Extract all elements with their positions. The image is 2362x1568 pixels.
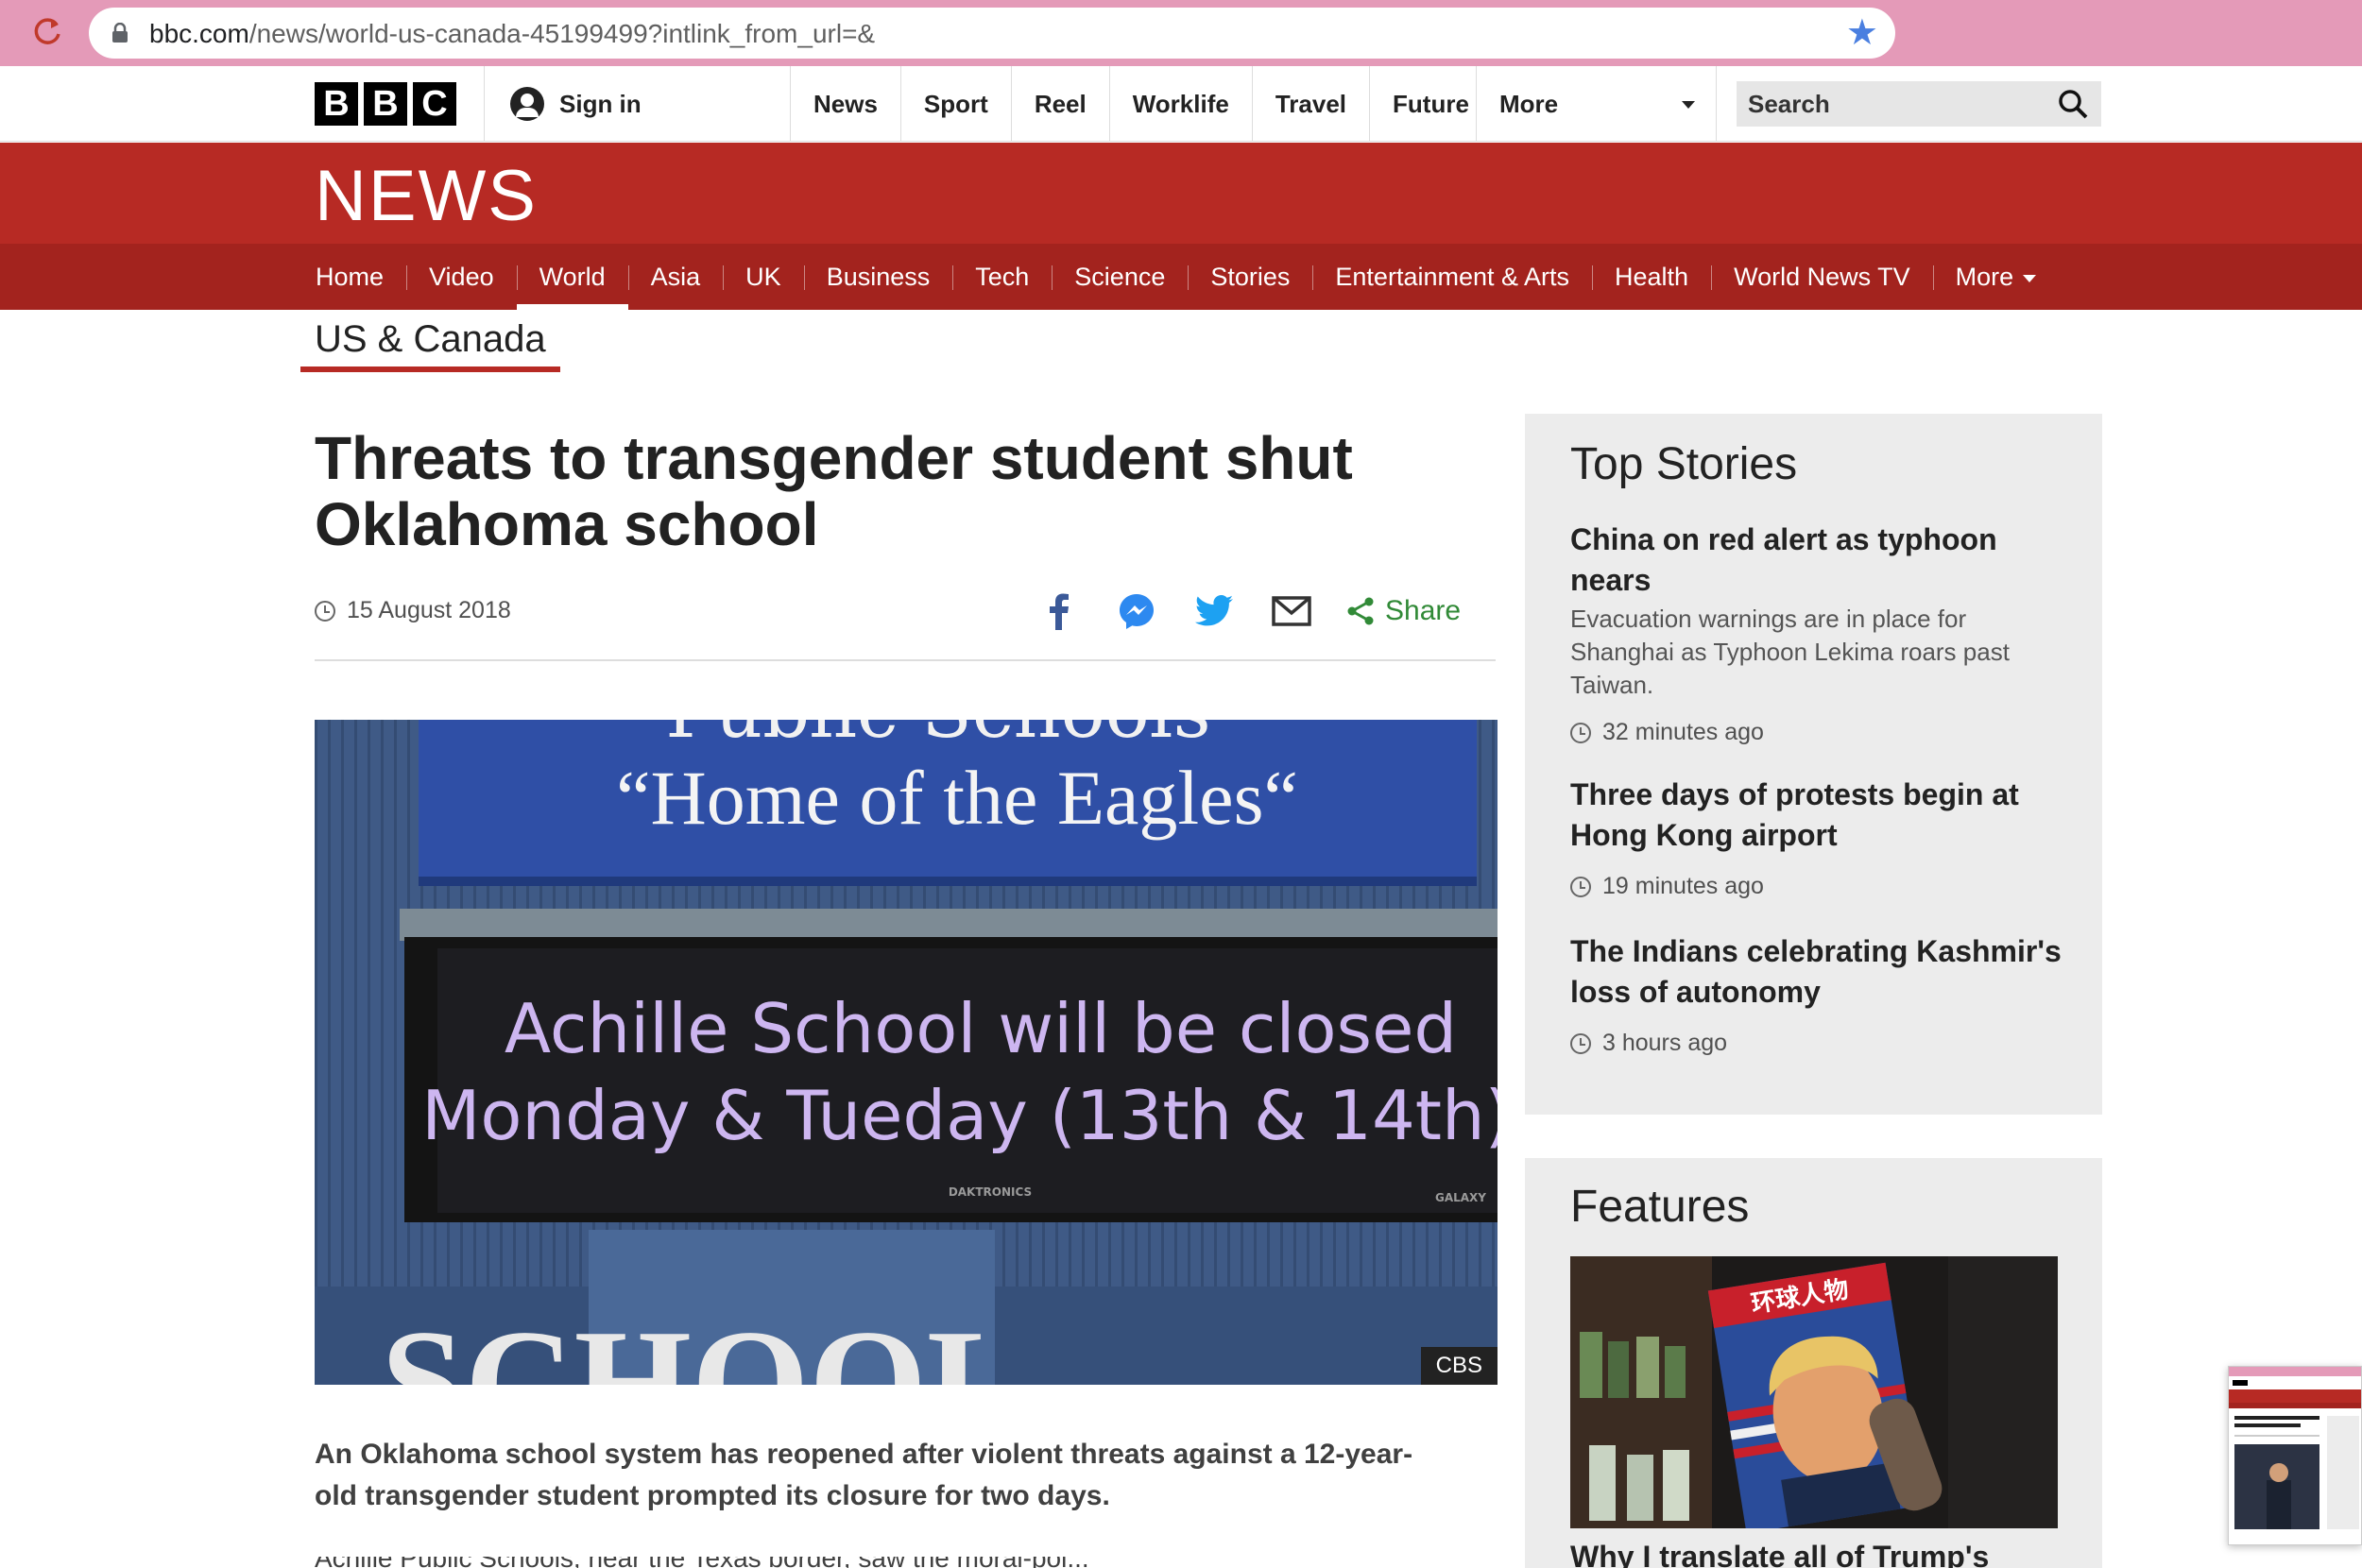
browser-toolbar: bbc.com/news/world-us-canada-45199499?in…: [0, 0, 2362, 66]
top-stories-title: Top Stories: [1570, 439, 1798, 489]
subnav-world[interactable]: World: [516, 244, 628, 310]
clock-icon: [315, 600, 335, 622]
top-stories-panel: Top Stories China on red alert as typhoo…: [1525, 414, 2102, 1115]
logo-letter: B: [364, 82, 407, 126]
share-tools: Share: [1036, 588, 1461, 635]
subnav-home[interactable]: Home: [293, 244, 406, 310]
clock-icon: [1570, 876, 1591, 897]
top-story[interactable]: The Indians celebrating Kashmir's loss o…: [1570, 931, 2062, 1057]
story-timestamp: 19 minutes ago: [1570, 873, 2062, 900]
twitter-icon[interactable]: [1190, 588, 1238, 635]
nav-divider: [484, 66, 485, 142]
chevron-down-icon: [2023, 274, 2037, 282]
search-icon[interactable]: [2058, 89, 2088, 119]
facebook-icon[interactable]: [1036, 588, 1083, 635]
top-nav-more-dropdown[interactable]: More: [1476, 66, 1717, 142]
search-placeholder: Search: [1748, 90, 1830, 118]
article-date-text: 15 August 2018: [347, 597, 511, 623]
share-button[interactable]: Share: [1345, 595, 1461, 627]
subnav-health[interactable]: Health: [1592, 244, 1711, 310]
top-nav-news[interactable]: News: [790, 66, 900, 142]
building-sign-text: SCHOOL: [381, 1298, 1028, 1385]
screenshot-thumbnail[interactable]: [2228, 1366, 2362, 1545]
sign-in-link[interactable]: Sign in: [510, 87, 642, 121]
top-nav-travel[interactable]: Travel: [1251, 66, 1369, 142]
messenger-icon[interactable]: [1113, 588, 1160, 635]
story-time-text: 19 minutes ago: [1602, 873, 1764, 899]
features-panel: Features 环球人物 Why I translate all of Tru…: [1525, 1158, 2102, 1568]
section-underline: [300, 366, 560, 372]
article-date: 15 August 2018: [315, 597, 511, 624]
subnav-asia[interactable]: Asia: [627, 244, 724, 310]
thumbnail-preview: [2229, 1367, 2361, 1544]
features-title: Features: [1570, 1182, 1750, 1232]
bbc-logo[interactable]: B B C: [315, 82, 456, 126]
address-bar[interactable]: bbc.com/news/world-us-canada-45199499?in…: [89, 8, 1895, 59]
news-logo[interactable]: NEWS: [315, 155, 538, 237]
article-lead: An Oklahoma school system has reopened a…: [315, 1439, 1413, 1511]
subnav-more-label: More: [1955, 263, 2014, 291]
story-time-text: 3 hours ago: [1602, 1030, 1728, 1056]
story-title[interactable]: China on red alert as typhoon nears: [1570, 520, 2062, 601]
user-icon: [510, 87, 544, 121]
logo-letter: B: [315, 82, 358, 126]
board-line-2: Monday & Tueday (13th & 14th): [421, 1076, 1498, 1155]
sign-slogan: “Home of the Eagles“: [616, 755, 1298, 841]
top-nav-worklife[interactable]: Worklife: [1108, 66, 1252, 142]
article-paragraph: Achille Public Schools, near the Texas b…: [315, 1557, 1354, 1568]
clock-icon: [1570, 722, 1591, 743]
section-title[interactable]: US & Canada: [315, 318, 546, 361]
top-nav-reel[interactable]: Reel: [1010, 66, 1109, 142]
article-headline: Threats to transgender student shut Okla…: [315, 424, 1353, 558]
share-icon: [1347, 597, 1374, 625]
top-story[interactable]: Three days of protests begin at Hong Kon…: [1570, 775, 2062, 900]
more-label: More: [1499, 90, 1559, 118]
sign-top-text: Public Schools: [665, 720, 1210, 755]
subnav-video[interactable]: Video: [406, 244, 517, 310]
subnav-more-dropdown[interactable]: More: [1932, 244, 2060, 310]
story-title[interactable]: The Indians celebrating Kashmir's loss o…: [1570, 931, 2062, 1013]
board-line-1: Achille School will be closed: [505, 989, 1457, 1068]
lock-icon: [112, 23, 128, 43]
magazine-photo: 环球人物: [1570, 1256, 2058, 1528]
chevron-down-icon: [1682, 101, 1695, 109]
subnav-science[interactable]: Science: [1052, 244, 1188, 310]
story-time-text: 32 minutes ago: [1602, 719, 1764, 745]
story-title[interactable]: Three days of protests begin at Hong Kon…: [1570, 775, 2062, 856]
top-nav-items: News Sport Reel Worklife Travel Future: [790, 66, 1492, 142]
article-divider: [315, 659, 1496, 661]
top-story[interactable]: China on red alert as typhoon nears Evac…: [1570, 520, 2062, 746]
email-icon[interactable]: [1268, 588, 1315, 635]
url-text: bbc.com/news/world-us-canada-45199499?in…: [149, 19, 876, 48]
news-sub-nav: Home Video World Asia UK Business Tech S…: [0, 244, 2362, 310]
story-summary: Evacuation warnings are in place for Sha…: [1570, 605, 2010, 699]
subnav-uk[interactable]: UK: [723, 244, 804, 310]
board-brand-right: GALAXY: [1435, 1191, 1486, 1204]
news-banner: NEWS: [0, 143, 2362, 244]
board-brand-left: DAKTRONICS: [949, 1185, 1032, 1199]
sign-in-label: Sign in: [559, 89, 642, 118]
school-sign-photo: Public Schools “Home of the Eagles“ Achi…: [315, 720, 1498, 1385]
search-box[interactable]: Search: [1737, 81, 2101, 127]
story-timestamp: 32 minutes ago: [1570, 719, 2062, 746]
subnav-world-news-tv[interactable]: World News TV: [1711, 244, 1933, 310]
top-nav-sport[interactable]: Sport: [899, 66, 1011, 142]
feature-image[interactable]: 环球人物: [1570, 1256, 2058, 1528]
article-image: Public Schools “Home of the Eagles“ Achi…: [315, 720, 1498, 1385]
reload-icon[interactable]: [28, 13, 66, 51]
image-credit: CBS: [1420, 1347, 1498, 1385]
article-paragraph-text: Achille Public Schools, near the Texas b…: [315, 1557, 1354, 1568]
top-nav-future[interactable]: Future: [1369, 66, 1492, 142]
story-timestamp: 3 hours ago: [1570, 1030, 2062, 1057]
subnav-entertainment-arts[interactable]: Entertainment & Arts: [1312, 244, 1592, 310]
share-label: Share: [1385, 595, 1462, 626]
subnav-tech[interactable]: Tech: [952, 244, 1052, 310]
subnav-stories[interactable]: Stories: [1188, 244, 1312, 310]
logo-letter: C: [413, 82, 456, 126]
feature-headline[interactable]: Why I translate all of Trump's: [1570, 1540, 1989, 1568]
subnav-business[interactable]: Business: [803, 244, 953, 310]
clock-icon: [1570, 1032, 1591, 1054]
star-icon[interactable]: ★: [1846, 13, 1878, 53]
bbc-top-nav: B B C Sign in News Sport Reel Worklife T…: [0, 66, 2362, 142]
